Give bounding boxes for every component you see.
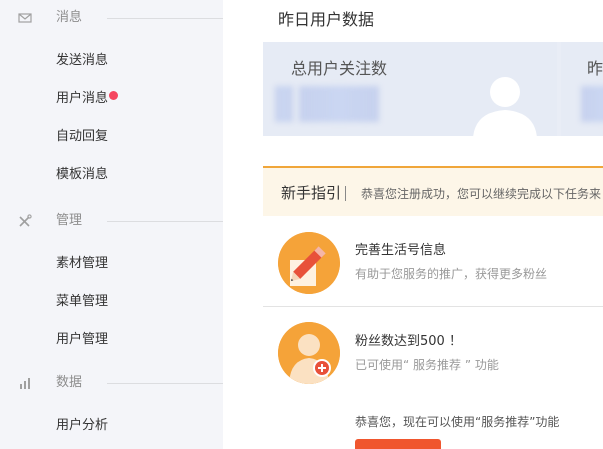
- sidebar-item-user-analysis[interactable]: 用户分析: [56, 416, 108, 436]
- divider: [345, 186, 346, 201]
- stat-label: 总用户关注数: [291, 59, 388, 78]
- sidebar-item-user-messages[interactable]: 用户消息: [56, 89, 119, 109]
- sidebar-item-label: 菜单管理: [56, 294, 109, 309]
- sidebar-item-template-messages[interactable]: 模板消息: [56, 165, 108, 185]
- section-label: 管理: [56, 213, 83, 228]
- sidebar-item-label: 自动回复: [56, 129, 109, 144]
- guide-description: 恭喜您注册成功，您可以继续完成以下任务来: [361, 187, 602, 201]
- sidebar-item-user-management[interactable]: 用户管理: [56, 330, 108, 350]
- blurred-value: [299, 86, 379, 122]
- stats-panel: 总用户关注数 昨: [263, 42, 603, 136]
- notification-dot: [109, 91, 119, 100]
- tools-icon: [19, 214, 32, 227]
- task-title: 粉丝数达到500 ！: [355, 334, 462, 349]
- stat-card-yesterday: 昨: [561, 42, 603, 136]
- guide-title: 新手指引: [281, 184, 342, 202]
- sidebar-item-auto-reply[interactable]: 自动回复: [56, 127, 108, 147]
- guide-banner: 新手指引 恭喜您注册成功，您可以继续完成以下任务来: [263, 166, 603, 216]
- sidebar-item-menu-management[interactable]: 菜单管理: [56, 292, 108, 312]
- bar-chart-icon: [20, 378, 30, 389]
- section-data: 数据: [0, 373, 223, 393]
- sidebar-item-label: 发送消息: [56, 53, 109, 68]
- section-label: 消息: [56, 10, 83, 25]
- divider: [107, 383, 223, 384]
- pencil-icon: [278, 232, 340, 294]
- blurred-value: [581, 86, 603, 122]
- user-silhouette-icon: [473, 77, 537, 136]
- stat-label: 昨: [587, 59, 603, 78]
- sidebar: 消息 发送消息 用户消息 自动回复 模板消息 管理 素材管理 菜单管理 用户管理: [0, 0, 223, 449]
- congrats-message: 恭喜您，现在可以使用“服务推荐”功能: [355, 415, 560, 429]
- sidebar-item-label: 用户分析: [56, 418, 109, 433]
- add-user-icon: [278, 322, 340, 384]
- sidebar-item-label: 素材管理: [56, 256, 109, 271]
- section-messages: 消息: [0, 8, 223, 28]
- section-label: 数据: [56, 375, 83, 390]
- task-title: 完善生活号信息: [355, 243, 447, 258]
- sidebar-item-label: 模板消息: [56, 167, 109, 182]
- page-title: 昨日用户数据: [278, 10, 375, 29]
- sidebar-item-label: 用户管理: [56, 332, 109, 347]
- task-subtitle: 已可使用“ 服务推荐 ” 功能: [355, 358, 499, 372]
- stat-card-total-followers: 总用户关注数: [263, 42, 557, 136]
- divider: [107, 221, 223, 222]
- enable-recommend-button[interactable]: [355, 439, 441, 449]
- task-subtitle: 有助于您服务的推广，获得更多粉丝: [355, 267, 548, 281]
- divider: [263, 306, 603, 307]
- section-management: 管理: [0, 211, 223, 231]
- sidebar-item-material-management[interactable]: 素材管理: [56, 254, 108, 274]
- main-content: 昨日用户数据 总用户关注数 昨 新手指引 恭喜您注册成功，您可以继续完成以下任务…: [263, 0, 603, 449]
- divider: [107, 18, 223, 19]
- blurred-value: [275, 86, 293, 122]
- sidebar-item-send-message[interactable]: 发送消息: [56, 51, 108, 71]
- mail-icon: [18, 13, 32, 23]
- sidebar-item-label: 用户消息: [56, 91, 109, 106]
